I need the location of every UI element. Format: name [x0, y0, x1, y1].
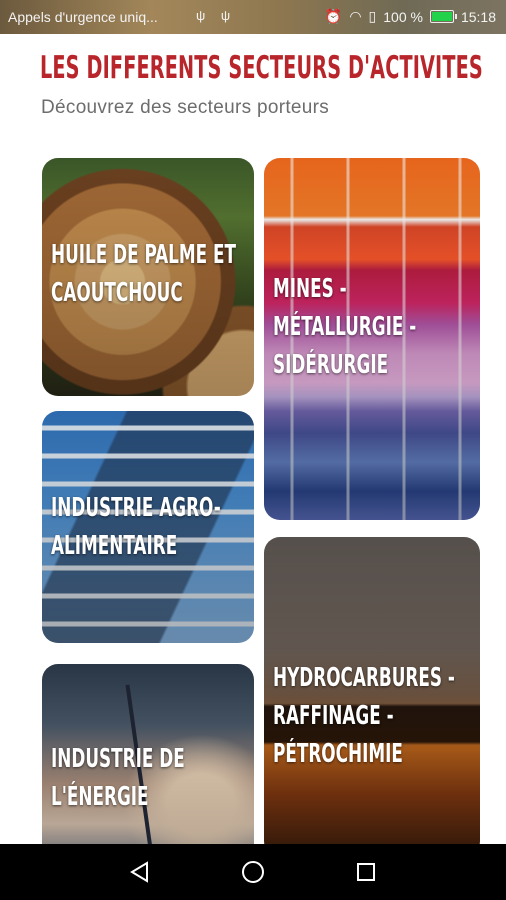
usb-icon: ψ ψ [196, 8, 237, 23]
navigation-bar [0, 844, 506, 900]
alarm-icon: ⏰ [324, 8, 343, 24]
sector-card-energy[interactable]: INDUSTRIE DE L'ÉNERGIE [42, 664, 254, 864]
battery-percent: 100 % [383, 8, 423, 25]
carrier-text: Appels d'urgence uniq... [8, 9, 158, 25]
wifi-icon: ◠ [349, 8, 362, 24]
sector-label: HYDROCARBURES - RAFFINAGE - PÉTROCHIMIE [273, 663, 455, 769]
clock: 15:18 [460, 8, 496, 25]
back-button[interactable] [112, 844, 168, 900]
sector-card-mining[interactable]: MINES - MÉTALLURGIE - SIDÉRURGIE [264, 158, 480, 520]
page-subtitle: Découvrez des secteurs porteurs [41, 97, 330, 118]
sector-label: INDUSTRIE DE L'ÉNERGIE [51, 744, 185, 812]
status-bar: Appels d'urgence uniq... ψ ψ ⏰ ◠ ▯ 100 %… [0, 0, 506, 34]
sim-icon: ▯ [368, 8, 377, 24]
home-icon [242, 861, 264, 883]
recents-button[interactable] [338, 844, 394, 900]
back-icon [130, 861, 148, 883]
sector-label: INDUSTRIE AGRO- ALIMENTAIRE [51, 493, 221, 561]
home-button[interactable] [225, 844, 281, 900]
sector-card-agrifood[interactable]: INDUSTRIE AGRO- ALIMENTAIRE [42, 411, 254, 643]
recents-icon [357, 863, 375, 881]
sector-card-hydrocarbons[interactable]: HYDROCARBURES - RAFFINAGE - PÉTROCHIMIE [264, 537, 480, 857]
sector-card-palm-oil[interactable]: HUILE DE PALME ET CAOUTCHOUC [42, 158, 254, 396]
sector-label: HUILE DE PALME ET CAOUTCHOUC [51, 240, 237, 308]
battery-icon [429, 10, 457, 23]
sector-label: MINES - MÉTALLURGIE - SIDÉRURGIE [273, 274, 417, 380]
page-title: LES DIFFERENTS SECTEURS D'ACTIVITES [40, 50, 483, 86]
system-icons: ⏰ ◠ ▯ 100 % 15:18 [325, 8, 496, 25]
